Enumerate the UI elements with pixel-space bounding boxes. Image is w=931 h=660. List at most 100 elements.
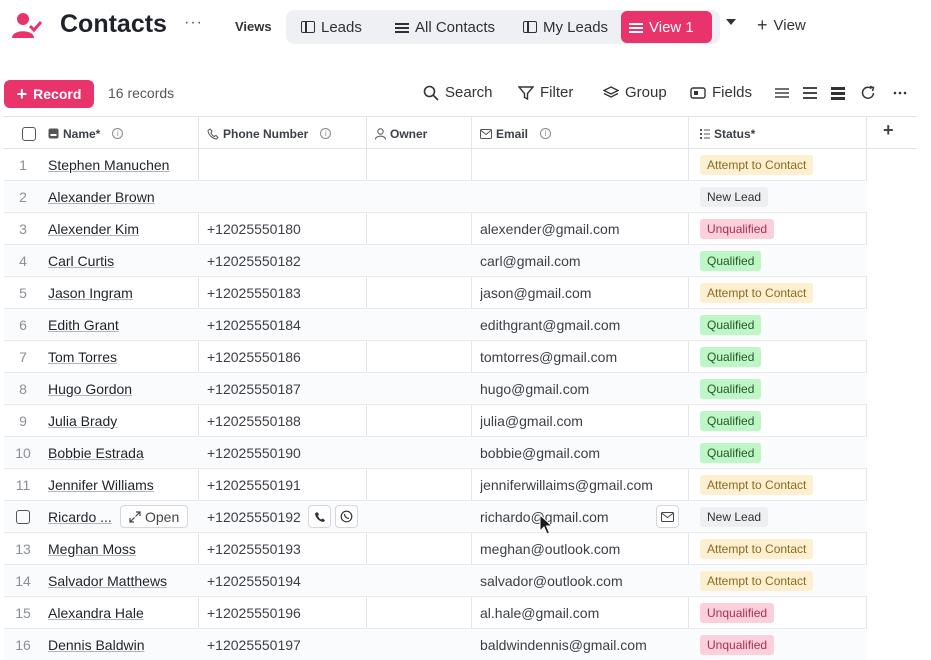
- column-header-status[interactable]: Status*: [700, 117, 755, 150]
- owner-cell[interactable]: [367, 501, 471, 532]
- phone-cell[interactable]: +12025550193: [207, 533, 367, 564]
- info-icon[interactable]: i: [320, 128, 332, 139]
- table-row[interactable]: 6 Edith Grant +12025550184 edithgrant@gmail…: [4, 309, 867, 341]
- status-cell[interactable]: Qualified: [700, 341, 866, 372]
- more-icon[interactable]: [892, 85, 908, 101]
- email-cell[interactable]: jenniferwillaims@gmail.com: [480, 469, 690, 500]
- phone-cell[interactable]: +12025550182: [207, 245, 367, 276]
- table-row[interactable]: 14 Salvador Matthews +12025550194 salvador@…: [4, 565, 867, 597]
- table-row[interactable]: 2 Alexander Brown New Lead: [4, 181, 867, 213]
- email-cell[interactable]: meghan@outlook.com: [480, 533, 690, 564]
- email-cell[interactable]: tomtorres@gmail.com: [480, 341, 690, 372]
- add-column-button[interactable]: +: [883, 120, 894, 141]
- info-icon[interactable]: i: [112, 128, 124, 139]
- status-cell[interactable]: Qualified: [700, 309, 866, 340]
- table-row[interactable]: 16 Dennis Baldwin +12025550197 baldwindenni…: [4, 629, 867, 660]
- table-row[interactable]: 15 Alexandra Hale +12025550196 al.hale@gmai…: [4, 597, 867, 629]
- phone-cell[interactable]: +12025550186: [207, 341, 367, 372]
- owner-cell[interactable]: [367, 213, 471, 244]
- owner-cell[interactable]: [367, 341, 471, 372]
- status-cell[interactable]: Attempt to Contact: [700, 533, 866, 564]
- phone-cell[interactable]: +12025550187: [207, 373, 367, 404]
- phone-cell[interactable]: [207, 149, 367, 180]
- name-cell[interactable]: Tom Torres: [48, 341, 198, 372]
- status-cell[interactable]: Unqualified: [700, 629, 866, 660]
- name-cell[interactable]: Dennis Baldwin: [48, 629, 198, 660]
- email-cell[interactable]: alexender@gmail.com: [480, 213, 690, 244]
- status-cell[interactable]: Qualified: [700, 245, 866, 276]
- row-select-checkbox[interactable]: [4, 501, 42, 532]
- email-cell[interactable]: baldwindennis@gmail.com: [480, 629, 690, 660]
- owner-cell[interactable]: [367, 277, 471, 308]
- row-height-tall-icon[interactable]: [830, 85, 846, 101]
- table-row[interactable]: 8 Hugo Gordon +12025550187 hugo@gmail.com Q…: [4, 373, 867, 405]
- status-cell[interactable]: New Lead: [700, 181, 866, 212]
- select-all-checkbox[interactable]: [22, 117, 36, 150]
- column-header-owner[interactable]: Owner: [375, 117, 427, 150]
- name-cell[interactable]: Edith Grant: [48, 309, 198, 340]
- email-cell[interactable]: [480, 181, 690, 212]
- phone-cell[interactable]: +12025550180: [207, 213, 367, 244]
- name-cell[interactable]: Hugo Gordon: [48, 373, 198, 404]
- column-header-email[interactable]: Email i: [480, 117, 552, 150]
- phone-cell[interactable]: +12025550188: [207, 405, 367, 436]
- status-cell[interactable]: Attempt to Contact: [700, 277, 866, 308]
- tab-view-1[interactable]: View 1: [621, 11, 712, 43]
- phone-cell[interactable]: +12025550190: [207, 437, 367, 468]
- refresh-icon[interactable]: [860, 85, 876, 101]
- owner-cell[interactable]: [367, 373, 471, 404]
- name-cell[interactable]: Carl Curtis: [48, 245, 198, 276]
- table-row[interactable]: 10 Bobbie Estrada +12025550190 bobbie@gmail…: [4, 437, 867, 469]
- table-row[interactable]: 7 Tom Torres +12025550186 tomtorres@gmail.c…: [4, 341, 867, 373]
- add-record-button[interactable]: + Record: [4, 80, 94, 108]
- table-row[interactable]: Ricardo ... Open +12025550192 richardo@g…: [4, 501, 867, 533]
- owner-cell[interactable]: [367, 309, 471, 340]
- row-height-short-icon[interactable]: [774, 85, 790, 101]
- add-view-button[interactable]: + View: [757, 16, 806, 34]
- owner-cell[interactable]: [367, 149, 471, 180]
- row-height-medium-icon[interactable]: [802, 85, 818, 101]
- phone-cell[interactable]: +12025550184: [207, 309, 367, 340]
- owner-cell[interactable]: [367, 597, 471, 628]
- name-cell[interactable]: Bobbie Estrada: [48, 437, 198, 468]
- email-cell[interactable]: carl@gmail.com: [480, 245, 690, 276]
- tab-all-contacts[interactable]: All Contacts: [387, 11, 503, 43]
- table-row[interactable]: 3 Alexender Kim +12025550180 alexender@gmai…: [4, 213, 867, 245]
- table-row[interactable]: 1 Stephen Manuchen Attempt to Contact: [4, 149, 867, 181]
- email-cell[interactable]: hugo@gmail.com: [480, 373, 690, 404]
- phone-cell[interactable]: +12025550191: [207, 469, 367, 500]
- group-button[interactable]: Group: [603, 84, 667, 101]
- email-cell[interactable]: jason@gmail.com: [480, 277, 690, 308]
- whatsapp-button[interactable]: [335, 505, 358, 528]
- tab-my-leads[interactable]: My Leads: [515, 11, 616, 43]
- owner-cell[interactable]: [367, 437, 471, 468]
- name-cell[interactable]: Salvador Matthews: [48, 565, 198, 596]
- email-cell[interactable]: edithgrant@gmail.com: [480, 309, 690, 340]
- name-cell[interactable]: Jason Ingram: [48, 277, 198, 308]
- chevron-down-icon[interactable]: [726, 19, 736, 25]
- name-cell[interactable]: Jennifer Williams: [48, 469, 198, 500]
- status-cell[interactable]: Attempt to Contact: [700, 149, 866, 180]
- email-cell[interactable]: bobbie@gmail.com: [480, 437, 690, 468]
- filter-button[interactable]: Filter: [518, 84, 573, 101]
- owner-cell[interactable]: [367, 533, 471, 564]
- email-cell[interactable]: al.hale@gmail.com: [480, 597, 690, 628]
- call-button[interactable]: [308, 505, 331, 528]
- email-cell[interactable]: julia@gmail.com: [480, 405, 690, 436]
- name-cell[interactable]: Stephen Manuchen: [48, 149, 198, 180]
- owner-cell[interactable]: [367, 629, 471, 660]
- table-row[interactable]: 9 Julia Brady +12025550188 julia@gmail.com …: [4, 405, 867, 437]
- phone-cell[interactable]: +12025550194: [207, 565, 367, 596]
- table-row[interactable]: 4 Carl Curtis +12025550182 carl@gmail.com Q…: [4, 245, 867, 277]
- status-cell[interactable]: Qualified: [700, 405, 866, 436]
- phone-cell[interactable]: [207, 181, 367, 212]
- info-icon[interactable]: i: [540, 128, 552, 139]
- name-cell[interactable]: Julia Brady: [48, 405, 198, 436]
- tab-leads[interactable]: Leads: [293, 11, 370, 43]
- status-cell[interactable]: Unqualified: [700, 597, 866, 628]
- column-header-name[interactable]: Name* i: [48, 117, 124, 150]
- table-row[interactable]: 11 Jennifer Williams +12025550191 jenniferw…: [4, 469, 867, 501]
- name-cell[interactable]: Alexender Kim: [48, 213, 198, 244]
- name-cell[interactable]: Alexander Brown: [48, 181, 198, 212]
- table-row[interactable]: 13 Meghan Moss +12025550193 meghan@outlook.…: [4, 533, 867, 565]
